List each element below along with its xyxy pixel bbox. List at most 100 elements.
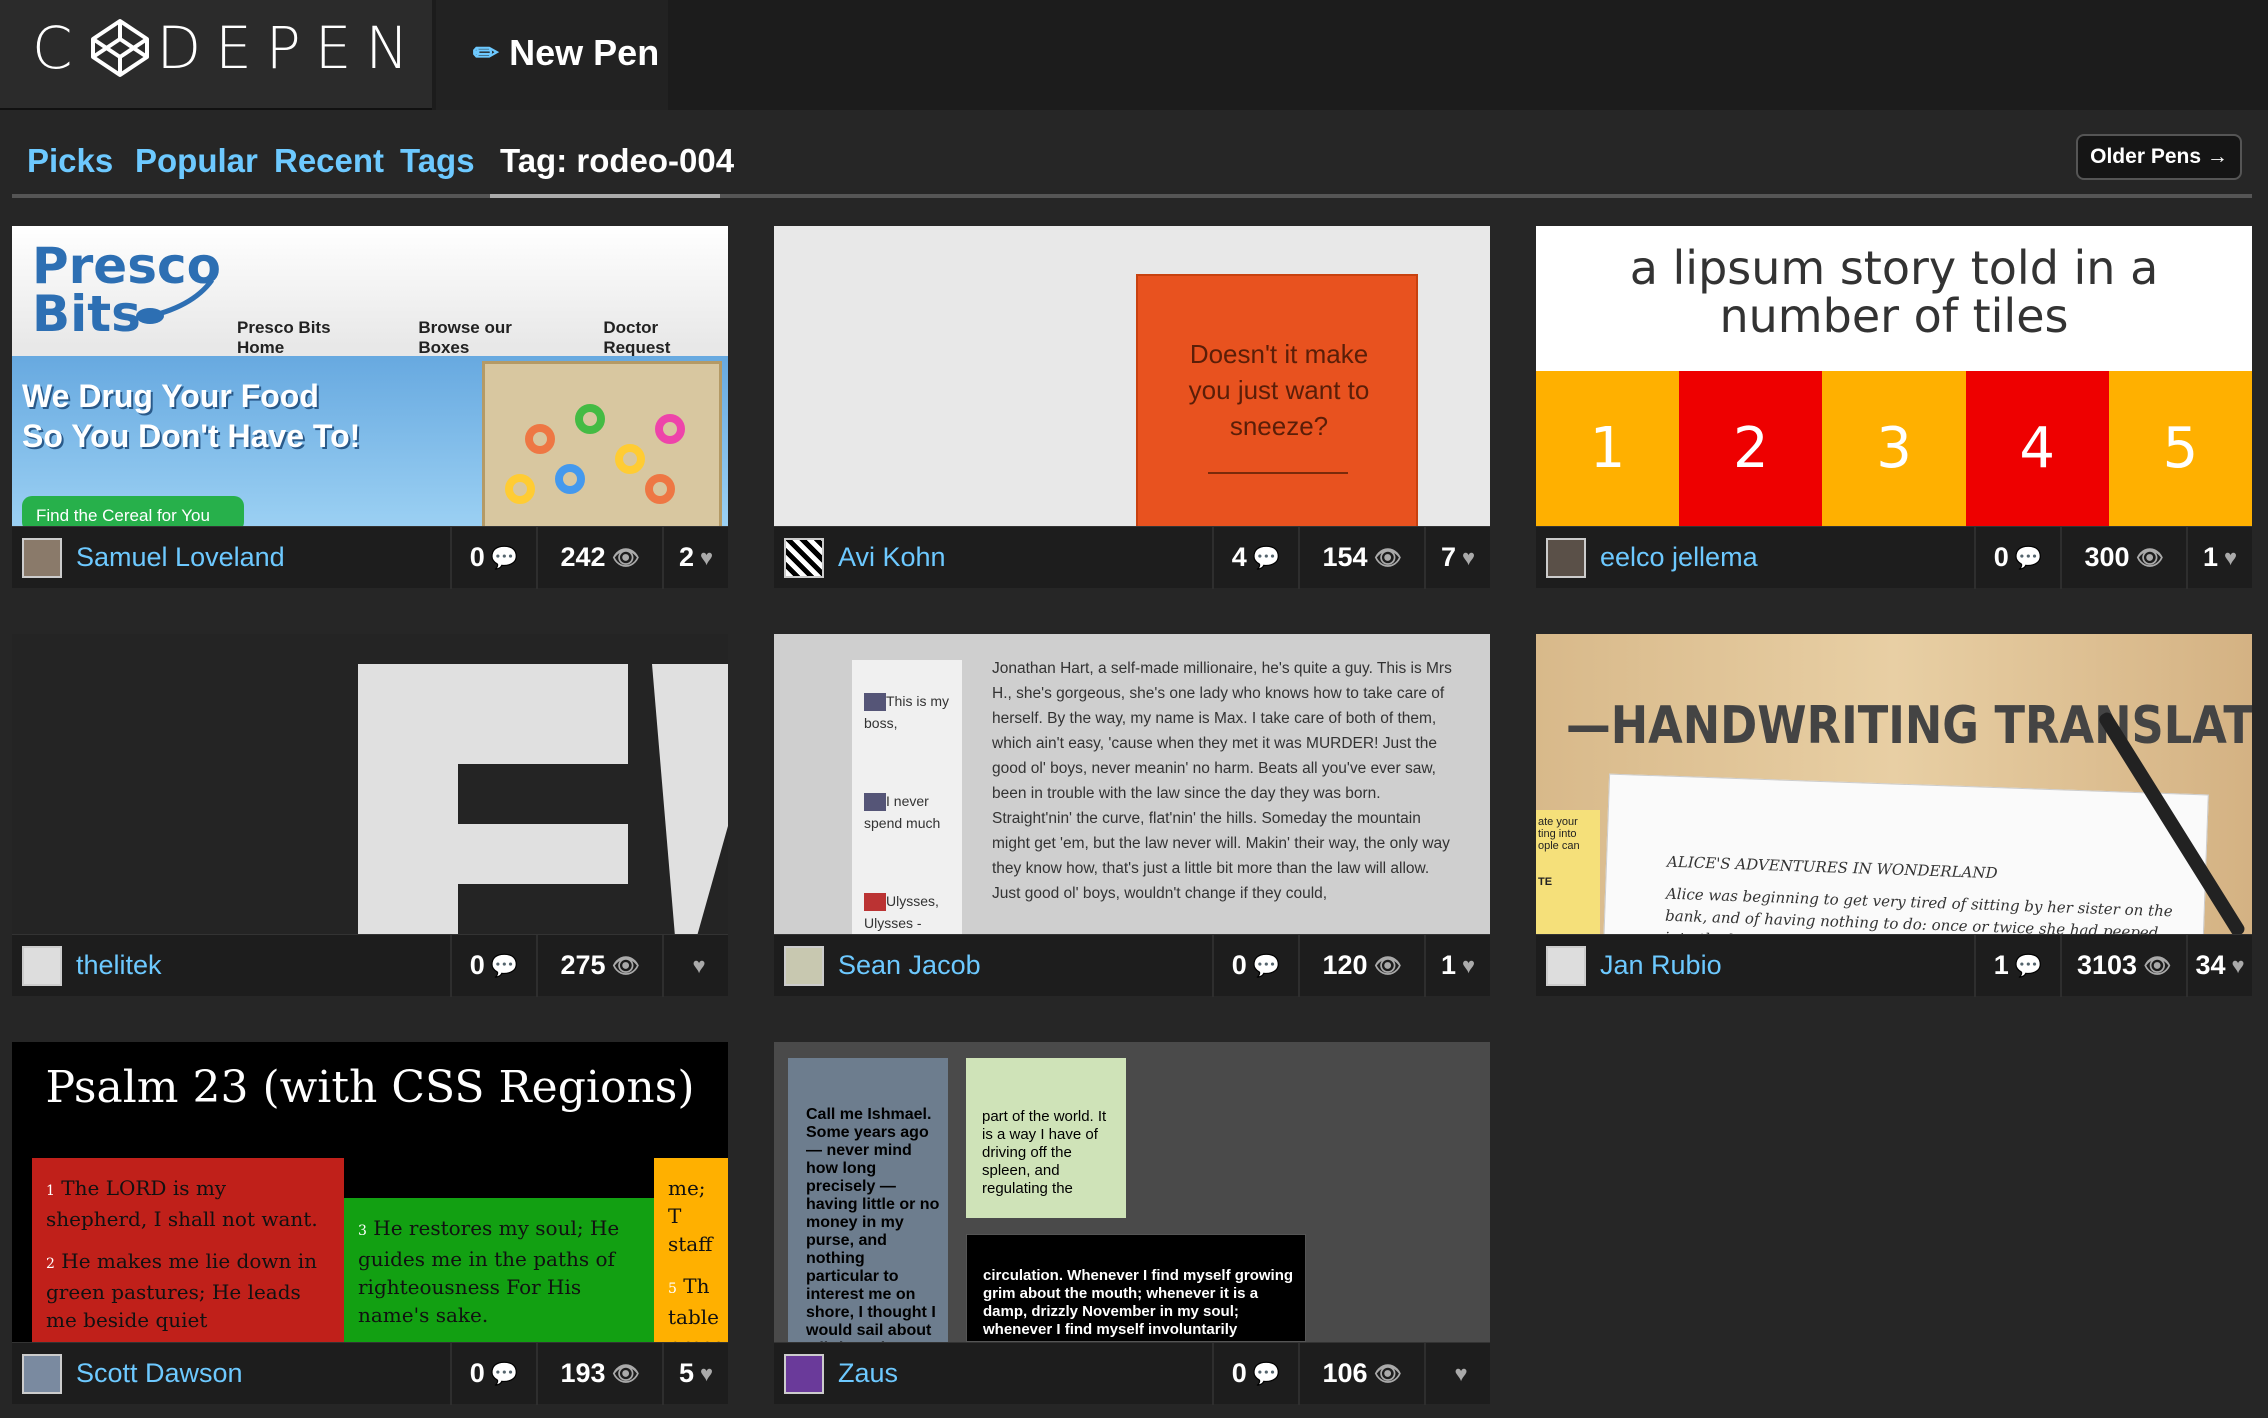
likes-count[interactable]: 5 ♥ — [662, 1342, 728, 1405]
pen-author[interactable]: thelitek — [12, 945, 450, 986]
pen-preview[interactable]: —HANDWRITING TRANSLATOR— ALICE'S ADVENTU… — [1536, 634, 2252, 934]
eye-icon: 👁 — [1373, 1360, 1402, 1386]
tile: 2 — [1679, 371, 1823, 526]
likes-count[interactable]: 7 ♥ — [1424, 526, 1490, 589]
sticky-note: ate your ting into ople can TE — [1536, 810, 1600, 934]
heart-icon: ♥ — [692, 952, 706, 978]
comments-count[interactable]: 4 💬 — [1212, 526, 1298, 589]
comment-icon: 💬 — [1252, 952, 1281, 978]
pen-author[interactable]: Zaus — [774, 1353, 1212, 1394]
text-region: part of the world. It is a way I have of… — [966, 1058, 1126, 1218]
pen-preview[interactable]: Call me Ishmael. Some years ago — never … — [774, 1042, 1490, 1342]
presco-banner: We Drug Your Food So You Don't Have To! … — [12, 356, 728, 526]
text-region: Call me Ishmael. Some years ago — never … — [788, 1058, 948, 1342]
pen-preview[interactable] — [12, 634, 728, 934]
eye-icon: 👁 — [1373, 952, 1402, 978]
pen-author[interactable]: eelco jellema — [1536, 537, 1974, 578]
pen-preview[interactable]: Presco Bits Presco Bits Home Browse our … — [12, 226, 728, 526]
heart-icon: ♥ — [1461, 952, 1476, 978]
comments-count[interactable]: 0 💬 — [1212, 934, 1298, 997]
heart-icon: ♥ — [699, 544, 714, 570]
codepen-logo[interactable]: C DEPEN — [32, 14, 423, 82]
new-pen-label: New Pen — [509, 32, 660, 73]
pen-preview[interactable]: This is my boss, I never spend much Ulys… — [774, 634, 1490, 934]
find-cereal-button[interactable]: Find the Cereal for You — [22, 496, 244, 526]
views-count: 3103 👁 — [2060, 934, 2186, 997]
pen-card[interactable]: thelitek 0 💬 275 👁 ♥ — [12, 634, 728, 997]
sidebar-entry: This is my boss, — [864, 693, 949, 731]
eye-icon: 👁 — [611, 544, 640, 570]
pen-author[interactable]: Jan Rubio — [1536, 945, 1974, 986]
eye-icon: 👁 — [1373, 544, 1402, 570]
pen-card[interactable]: This is my boss, I never spend much Ulys… — [774, 634, 1490, 997]
views-count: 120 👁 — [1298, 934, 1424, 997]
tab-picks[interactable]: Picks — [27, 142, 113, 180]
tab-recent[interactable]: Recent — [274, 142, 384, 180]
likes-count[interactable]: 34 ♥ — [2186, 934, 2252, 997]
pen-card[interactable]: Call me Ishmael. Some years ago — never … — [774, 1042, 1490, 1405]
divider — [1208, 472, 1348, 474]
presco-nav-doctor[interactable]: Doctor Request — [603, 318, 728, 358]
comments-count[interactable]: 0 💬 — [450, 1342, 536, 1405]
views-count: 242 👁 — [536, 526, 662, 589]
likes-count[interactable]: ♥ — [662, 934, 728, 997]
tab-popular[interactable]: Popular — [135, 142, 258, 180]
author-name: Avi Kohn — [838, 542, 946, 572]
comments-count[interactable]: 1 💬 — [1974, 934, 2060, 997]
pen-preview[interactable]: a lipsum story told in a number of tiles… — [1536, 226, 2252, 526]
pen-card[interactable]: —HANDWRITING TRANSLATOR— ALICE'S ADVENTU… — [1536, 634, 2252, 997]
views-count: 275 👁 — [536, 934, 662, 997]
views-count: 106 👁 — [1298, 1342, 1424, 1405]
author-name: Jan Rubio — [1600, 950, 1722, 980]
active-tab-indicator — [490, 194, 720, 198]
pen-card[interactable]: Psalm 23 (with CSS Regions) 1 The LORD i… — [12, 1042, 728, 1405]
comment-icon: 💬 — [1252, 1360, 1281, 1386]
pen-preview[interactable]: Psalm 23 (with CSS Regions) 1 The LORD i… — [12, 1042, 728, 1342]
pen-author[interactable]: Samuel Loveland — [12, 537, 450, 578]
likes-count[interactable]: 1 ♥ — [2186, 526, 2252, 589]
pen-card[interactable]: Presco Bits Presco Bits Home Browse our … — [12, 226, 728, 589]
tile: 3 — [1822, 371, 1966, 526]
eye-icon: 👁 — [611, 952, 640, 978]
codepen-cube-icon — [90, 19, 149, 77]
lipsum-title: a lipsum story told in a number of tiles — [1629, 241, 2159, 343]
psalm-region: 3 He restores my soul; He guides me in t… — [344, 1198, 654, 1342]
pen-author[interactable]: Scott Dawson — [12, 1353, 450, 1394]
eye-icon: 👁 — [2135, 544, 2164, 570]
comments-count[interactable]: 0 💬 — [450, 934, 536, 997]
comments-count[interactable]: 0 💬 — [1212, 1342, 1298, 1405]
presco-nav-home[interactable]: Presco Bits Home — [237, 318, 380, 358]
tile: 4 — [1965, 371, 2109, 526]
older-pens-button[interactable]: Older Pens → — [2076, 134, 2242, 180]
letter-shape-cut — [458, 884, 628, 934]
pen-card[interactable]: a lipsum story told in a number of tiles… — [1536, 226, 2252, 589]
heart-icon: ♥ — [1454, 1360, 1468, 1386]
pen-meta: Sean Jacob 0 💬 120 👁 1 ♥ — [774, 934, 1490, 997]
likes-count[interactable]: 1 ♥ — [1424, 934, 1490, 997]
tab-current-tag[interactable]: Tag: rodeo-004 — [500, 142, 734, 180]
new-pen-button[interactable]: ✎ New Pen — [436, 0, 668, 110]
pen-author[interactable]: Sean Jacob — [774, 945, 1212, 986]
comments-count[interactable]: 0 💬 — [450, 526, 536, 589]
avatar — [22, 537, 62, 578]
comment-icon: 💬 — [1252, 544, 1281, 570]
pen-author[interactable]: Avi Kohn — [774, 537, 1212, 578]
tab-tags[interactable]: Tags — [400, 142, 475, 180]
avatar — [784, 945, 824, 986]
pen-preview[interactable]: Doesn't it make you just want to sneeze? — [774, 226, 1490, 526]
logo-area[interactable]: C DEPEN — [0, 0, 432, 110]
pencil-icon: ✎ — [466, 32, 508, 74]
tile: 5 — [2108, 371, 2252, 526]
comment-icon: 💬 — [490, 1360, 519, 1386]
pen-card[interactable]: Doesn't it make you just want to sneeze?… — [774, 226, 1490, 589]
paper-sheet: ALICE'S ADVENTURES IN WONDERLAND Alice w… — [1603, 773, 2209, 934]
presco-slogan: We Drug Your Food So You Don't Have To! — [22, 378, 361, 454]
heart-icon: ♥ — [2231, 952, 2245, 978]
author-name: Samuel Loveland — [76, 542, 285, 572]
pen-meta: Samuel Loveland 0 💬 242 👁 2 ♥ — [12, 526, 728, 589]
likes-count[interactable]: 2 ♥ — [662, 526, 728, 589]
heart-icon: ♥ — [699, 1360, 714, 1386]
presco-nav-browse[interactable]: Browse our Boxes — [418, 318, 565, 358]
likes-count[interactable]: ♥ — [1424, 1342, 1490, 1405]
comments-count[interactable]: 0 💬 — [1974, 526, 2060, 589]
